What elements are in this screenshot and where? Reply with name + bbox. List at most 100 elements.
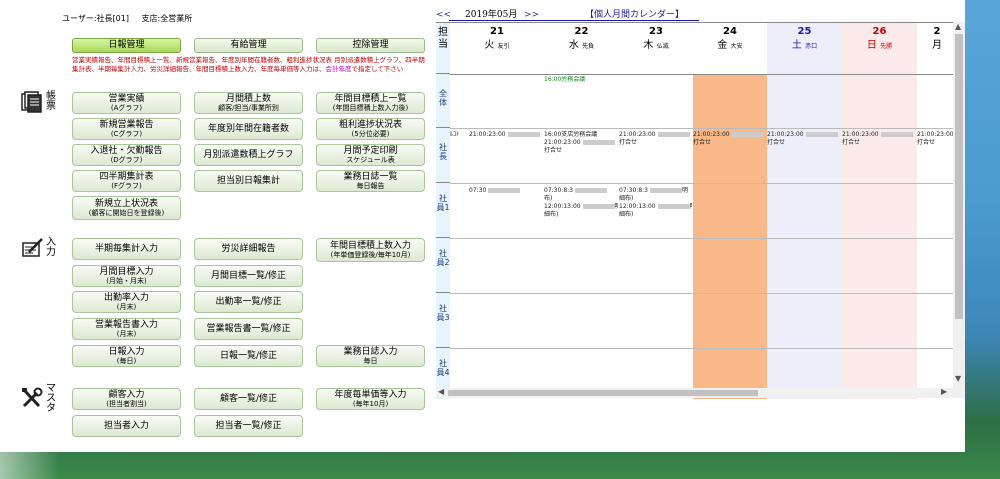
- work-log-list-button[interactable]: 業務日誌一覧 毎日報告: [316, 170, 425, 192]
- tab-daily-management[interactable]: 日報管理: [72, 38, 181, 53]
- calendar-event[interactable]: 21:00:23:00 打合せ: [917, 131, 953, 147]
- button-sub: (毎年10月): [352, 400, 389, 408]
- annual-goal-list-button[interactable]: 年間目標積上一覧 (年間目標積上数入力後): [316, 92, 425, 114]
- calendar-event[interactable]: 21:00:23:00 打合せ: [693, 131, 766, 147]
- scroll-left-icon[interactable]: ◀: [438, 387, 444, 396]
- day-header[interactable]: 24 金 大安: [693, 23, 767, 75]
- calendar-event[interactable]: 21:00:23:00 打合せ: [619, 131, 692, 147]
- button-label: 入退社・欠勤報告: [90, 146, 163, 156]
- annual-goal-input-button[interactable]: 年間目標積上数入力 (年単価登録後/毎年10月): [316, 238, 425, 262]
- event-time: 21:00:23:00: [469, 131, 506, 138]
- tab-deduction[interactable]: 控除管理: [316, 38, 425, 53]
- scroll-right-icon[interactable]: ▶: [941, 387, 947, 396]
- calendar-event[interactable]: 21:00:23:00 打合せ: [842, 131, 915, 147]
- staff-list-button[interactable]: 担当者一覧/修正: [194, 415, 303, 437]
- join-leave-report-button[interactable]: 入退社・欠勤報告 (Dグラフ): [72, 144, 181, 166]
- daily-report-input-button[interactable]: 日報入力 (毎日): [72, 345, 181, 367]
- button-label: 半期毎集計入力: [94, 244, 158, 254]
- event-tail: 打合せ: [767, 139, 786, 146]
- scroll-thumb[interactable]: [448, 390, 758, 396]
- calendar-event[interactable]: 07:30:8:3明細布)12:00:13:00明細細布): [619, 187, 692, 219]
- day-header[interactable]: 2月: [917, 23, 953, 75]
- accident-detail-button[interactable]: 労災詳細報告: [194, 238, 303, 260]
- redacted-text: [582, 140, 615, 145]
- scroll-thumb[interactable]: [955, 34, 963, 319]
- section-label-input: 入力: [46, 237, 56, 258]
- event-time: 12:00:13:00: [619, 203, 656, 210]
- half-year-input-button[interactable]: 半期毎集計入力: [72, 238, 181, 260]
- sales-report-list-button[interactable]: 営業報告書一覧/修正: [194, 318, 303, 340]
- monthly-accum-button[interactable]: 月間積上数 顧客/担当/事業所別: [194, 92, 303, 114]
- daily-report-list-button[interactable]: 日報一覧/修正: [194, 345, 303, 367]
- row-divider: [450, 183, 953, 184]
- monthly-plan-print-button[interactable]: 月間予定印刷 スケジュール表: [316, 144, 425, 166]
- event-time: 21:00:23:00: [767, 131, 804, 138]
- event-text: 明: [615, 203, 618, 210]
- button-label: 営業報告書入力: [94, 320, 158, 330]
- calendar-panel: << 2019年05月 >> 【個人月間カレンダー】 担当 全体 社長 社員1 …: [436, 8, 965, 452]
- row-divider: [450, 293, 953, 294]
- event-text: 16:00支店労務会議: [544, 131, 598, 138]
- redacted-text: [731, 132, 764, 137]
- redacted-text: [507, 132, 540, 137]
- button-label: 営業実績: [108, 94, 145, 104]
- button-sub: (年単価登録後/毎年10月): [330, 251, 411, 259]
- staff-daily-report-button[interactable]: 担当別日報集計: [194, 170, 303, 192]
- event-time: 21:00:23:00: [619, 131, 656, 138]
- button-label: 粗利進捗状況表: [338, 120, 402, 130]
- new-sales-report-button[interactable]: 新規営業報告 (Cグラフ): [72, 118, 181, 140]
- staff-input-button[interactable]: 担当者入力: [72, 415, 181, 437]
- attendance-rate-input-button[interactable]: 出勤率入力 (月末): [72, 291, 181, 313]
- fiscal-year-notice: 営業実績報告、年間目標積上一覧、新規営業報告、年度別年間在籍者数、粗利進捗状況表…: [72, 56, 427, 74]
- rokuyo: 先勝: [880, 43, 893, 50]
- rokuyo: 仏滅: [656, 43, 669, 50]
- calendar-event[interactable]: 16:00支店労務会議 21:00:23:00 打合せ: [544, 131, 618, 155]
- button-label: 担当者一覧/修正: [215, 421, 282, 431]
- calendar-event[interactable]: 07:30:8:3布)12:00:13:00 明細布): [544, 187, 618, 219]
- calendar-event[interactable]: 16:00労務会議: [544, 76, 585, 84]
- scroll-up-icon[interactable]: ▲: [955, 22, 961, 31]
- annual-staff-button[interactable]: 年度別年間在籍者数: [194, 118, 303, 140]
- sales-report-input-button[interactable]: 営業報告書入力 (月末): [72, 318, 181, 340]
- customer-input-button[interactable]: 顧客入力 (担当者割当): [72, 388, 181, 410]
- event-tail: 打合せ: [619, 139, 638, 146]
- event-text: 細布): [619, 195, 634, 202]
- vertical-scrollbar[interactable]: ▲ ▼: [953, 22, 965, 398]
- app-window: ユーザー:社長[01] 支店:全営業所 日報管理 有給管理 控除管理 営業実績報…: [0, 0, 965, 452]
- redacted-text: [880, 132, 913, 137]
- calendar-event[interactable]: 21:00:23:00 打合せ: [767, 131, 840, 147]
- button-sub: 毎日: [363, 357, 378, 365]
- tab-paid-leave[interactable]: 有給管理: [194, 38, 303, 53]
- fiscal-year-link[interactable]: 会計年度: [326, 65, 352, 73]
- button-sub: (月末): [116, 303, 137, 311]
- scroll-down-icon[interactable]: ▼: [955, 374, 961, 383]
- monthly-goal-input-button[interactable]: 月間目標入力 (月始・月末): [72, 265, 181, 287]
- button-sub: (年間目標積上数入力後): [332, 104, 409, 112]
- calendar-event[interactable]: 07:30: [469, 187, 543, 195]
- attendance-rate-list-button[interactable]: 出勤率一覧/修正: [194, 291, 303, 313]
- day-header[interactable]: 21 火 友引: [450, 23, 544, 75]
- work-log-input-button[interactable]: 業務日誌入力 毎日: [316, 345, 425, 367]
- button-label: 業務日誌一覧: [343, 172, 398, 182]
- quarterly-summary-button[interactable]: 四半期集計表 (Fグラフ): [72, 170, 181, 192]
- event-tail: 打合せ: [693, 139, 712, 146]
- day-header[interactable]: 25 土 赤口: [767, 23, 842, 75]
- redacted-text: [574, 188, 607, 193]
- button-sub: (5分位必要): [351, 130, 390, 138]
- button-sub: (月始・月末): [106, 277, 147, 285]
- monthly-goal-list-button[interactable]: 月間目標一覧/修正: [194, 265, 303, 287]
- horizontal-scrollbar[interactable]: ◀ ▶: [436, 387, 953, 398]
- sales-results-button[interactable]: 営業実績 (Aグラフ): [72, 92, 181, 114]
- gross-profit-button[interactable]: 粗利進捗状況表 (5分位必要): [316, 118, 425, 140]
- annual-unit-price-button[interactable]: 年度毎単価等入力 (毎年10月): [316, 388, 425, 410]
- user-label: ユーザー:社長[01]: [62, 14, 129, 23]
- weekday: 金: [717, 40, 728, 51]
- day-header[interactable]: 23 木 仏滅: [619, 23, 693, 75]
- customer-list-button[interactable]: 顧客一覧/修正: [194, 388, 303, 410]
- new-listing-status-button[interactable]: 新規立上状況表 (顧客に開始日を登録後): [72, 196, 181, 220]
- day-header[interactable]: 26 日 先勝: [842, 23, 917, 75]
- calendar-event[interactable]: 21:00:23:00: [469, 131, 543, 139]
- day-header[interactable]: 22 水 先負: [544, 23, 619, 75]
- monthly-dispatch-graph-button[interactable]: 月別派遣数積上グラフ: [194, 144, 303, 166]
- row-divider: [450, 348, 953, 349]
